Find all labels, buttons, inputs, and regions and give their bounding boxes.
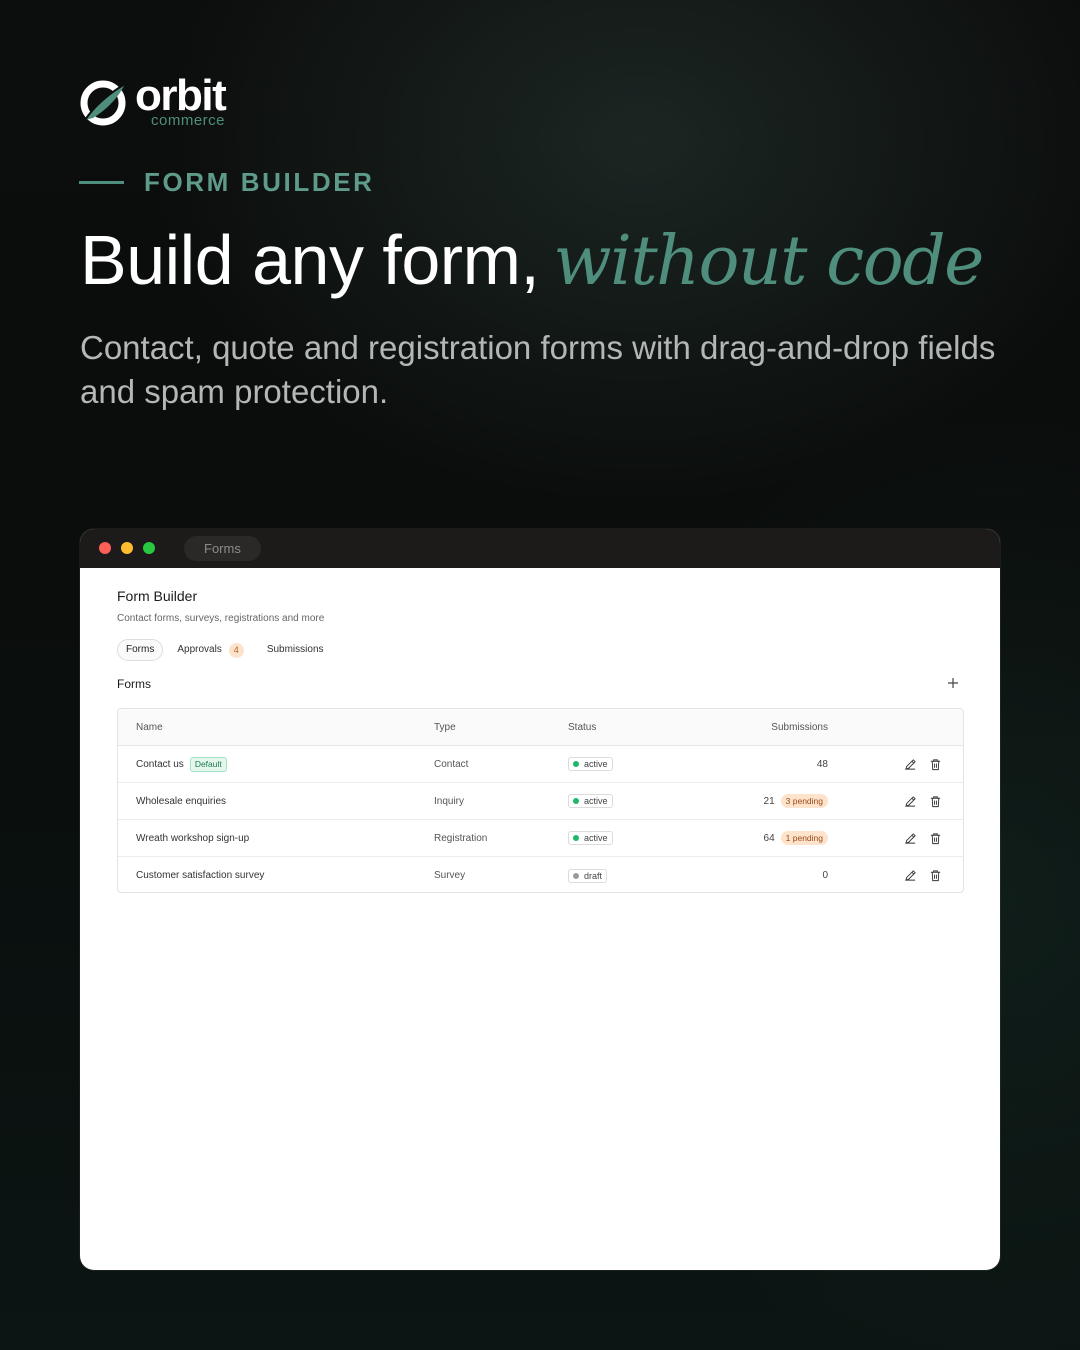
delete-button[interactable] xyxy=(929,869,942,882)
plus-icon xyxy=(948,678,958,688)
submissions-cell: 64 1 pending xyxy=(764,820,828,856)
window-titlebar: Forms xyxy=(80,529,1000,568)
submissions-count: 48 xyxy=(816,758,828,770)
status-badge: draft xyxy=(568,868,608,883)
browser-tab[interactable]: Forms xyxy=(184,536,261,561)
form-type: Inquiry xyxy=(434,795,465,807)
form-name: Customer satisfaction survey xyxy=(136,870,265,881)
table-row[interactable]: Wreath workshop sign-up Registration act… xyxy=(118,820,963,857)
status-cell: active xyxy=(568,820,613,856)
edit-button[interactable] xyxy=(904,869,917,882)
pending-badge: 1 pending xyxy=(780,831,828,845)
approvals-count-badge: 4 xyxy=(228,642,244,658)
form-name-cell: Customer satisfaction survey xyxy=(136,857,265,892)
status-label: active xyxy=(584,833,608,843)
status-cell: active xyxy=(568,783,613,819)
status-dot-icon xyxy=(573,798,579,804)
maximize-window-button[interactable] xyxy=(143,542,155,554)
submissions-count: 64 xyxy=(763,832,775,844)
row-actions xyxy=(904,746,942,782)
headline-accent: without code xyxy=(553,222,984,301)
edit-icon xyxy=(905,832,916,844)
status-badge: active xyxy=(568,794,613,808)
column-header-submissions[interactable]: Submissions xyxy=(771,709,828,745)
hero-subtitle: Contact, quote and registration forms wi… xyxy=(80,329,996,410)
trash-icon xyxy=(930,832,941,844)
edit-button[interactable] xyxy=(904,758,917,771)
submissions-count: 0 xyxy=(822,870,828,881)
status-label: active xyxy=(584,796,608,806)
table-row[interactable]: Contact us Default Contact active 48 xyxy=(118,746,963,783)
table-header: Name Type Status Submissions xyxy=(118,709,963,746)
section-title: Forms xyxy=(117,677,151,691)
column-header-status[interactable]: Status xyxy=(568,709,596,745)
form-name: Wholesale enquiries xyxy=(136,795,227,807)
forms-table: Name Type Status Submissions Contact us … xyxy=(117,708,964,893)
edit-icon xyxy=(905,758,916,770)
page-title: Form Builder xyxy=(117,588,198,604)
submissions-cell: 48 xyxy=(817,746,828,782)
form-name: Contact us xyxy=(136,758,184,770)
trash-icon xyxy=(930,795,941,807)
status-label: draft xyxy=(584,870,603,881)
form-type: Contact xyxy=(434,758,469,770)
edit-icon xyxy=(905,870,916,881)
status-label: active xyxy=(584,759,608,769)
eyebrow-divider xyxy=(79,180,124,184)
tab-forms[interactable]: Forms xyxy=(117,639,164,661)
delete-button[interactable] xyxy=(929,832,942,845)
status-cell: active xyxy=(568,746,613,782)
row-actions xyxy=(904,857,942,892)
edit-icon xyxy=(905,795,916,807)
trash-icon xyxy=(930,870,941,882)
eyebrow-text: FORM BUILDER xyxy=(144,166,375,197)
default-badge: Default xyxy=(189,756,227,772)
delete-button[interactable] xyxy=(929,795,942,808)
add-form-button[interactable] xyxy=(946,675,960,691)
minimize-window-button[interactable] xyxy=(121,542,133,554)
pending-badge: 3 pending xyxy=(780,794,828,808)
form-name-cell: Contact us Default xyxy=(136,746,227,782)
close-window-button[interactable] xyxy=(99,542,111,554)
tab-approvals-label: Approvals xyxy=(177,644,222,655)
orbit-logo-mark-icon xyxy=(80,80,126,126)
row-actions xyxy=(904,783,942,819)
form-type: Registration xyxy=(434,832,488,844)
status-badge: active xyxy=(568,831,613,845)
submissions-cell: 0 xyxy=(822,857,828,892)
column-header-type[interactable]: Type xyxy=(434,709,456,745)
eyebrow: FORM BUILDER xyxy=(79,166,375,197)
page-description: Contact forms, surveys, registrations an… xyxy=(117,613,325,624)
status-cell: draft xyxy=(568,857,608,892)
column-header-name[interactable]: Name xyxy=(136,709,163,745)
headline-main: Build any form, xyxy=(80,221,540,299)
status-badge: active xyxy=(568,757,613,771)
table-row[interactable]: Wholesale enquiries Inquiry active 21 3 … xyxy=(118,783,963,820)
status-dot-icon xyxy=(573,835,579,841)
delete-button[interactable] xyxy=(929,758,942,771)
form-name-cell: Wreath workshop sign-up xyxy=(136,820,249,856)
submissions-count: 21 xyxy=(763,795,775,807)
headline: Build any form, without code xyxy=(80,218,984,303)
form-name: Wreath workshop sign-up xyxy=(136,832,250,844)
submissions-cell: 21 3 pending xyxy=(764,783,828,819)
form-name-cell: Wholesale enquiries xyxy=(136,783,226,819)
app-window: Forms Form Builder Contact forms, survey… xyxy=(80,529,1000,1270)
edit-button[interactable] xyxy=(904,832,917,845)
orbit-logo: orbit commerce xyxy=(79,74,239,132)
app-content: Form Builder Contact forms, surveys, reg… xyxy=(80,568,1000,1270)
trash-icon xyxy=(930,758,941,770)
form-type: Survey xyxy=(434,870,466,881)
tab-bar: Forms Approvals 4 Submissions xyxy=(117,639,324,661)
status-dot-icon xyxy=(573,761,579,767)
edit-button[interactable] xyxy=(904,795,917,808)
tab-submissions[interactable]: Submissions xyxy=(267,639,324,661)
brand-tagline: commerce xyxy=(151,112,226,129)
status-dot-icon xyxy=(573,872,579,879)
table-row[interactable]: Customer satisfaction survey Survey draf… xyxy=(118,857,963,892)
row-actions xyxy=(904,820,942,856)
tab-approvals[interactable]: Approvals 4 xyxy=(177,639,244,661)
